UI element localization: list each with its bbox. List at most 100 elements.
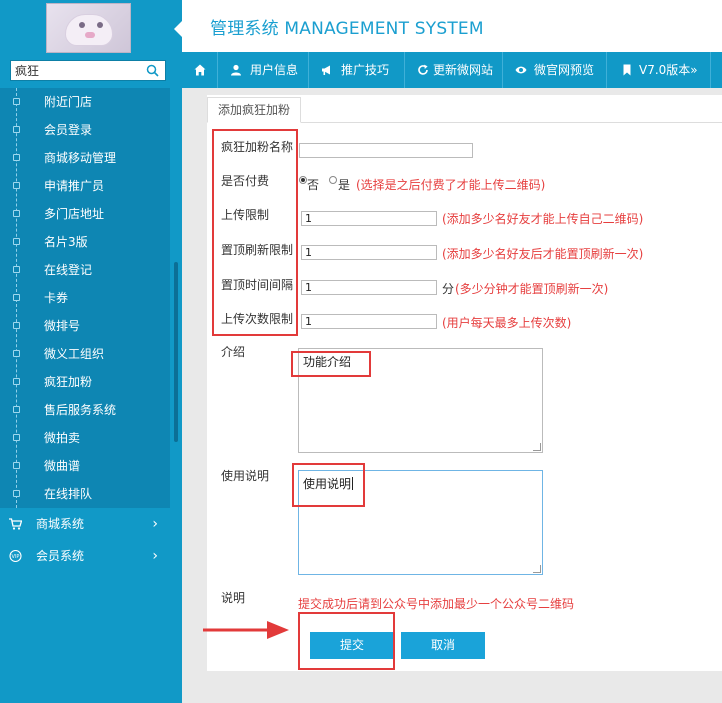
sidebar-item-mall-system[interactable]: 商城系统 › (0, 508, 170, 540)
resize-grip-icon[interactable] (533, 443, 541, 451)
nav-promotion-tips[interactable]: 推广技巧 (309, 52, 405, 88)
nav-home[interactable] (182, 52, 218, 88)
nav-label: 推广技巧 (341, 63, 390, 77)
svg-text:VIP: VIP (12, 554, 20, 560)
tree-node-icon (13, 462, 20, 469)
sidebar-item-crazy-fans[interactable]: 疯狂加粉 (0, 368, 170, 396)
upload-count-hint: (用户每天最多上传次数) (442, 316, 572, 330)
tree-node-icon (13, 350, 20, 357)
search-box (10, 60, 166, 81)
user-icon (231, 64, 241, 76)
sidebar-item-coupon[interactable]: 卡券 (0, 284, 170, 312)
tree-node-icon (13, 126, 20, 133)
resize-grip-icon[interactable] (533, 565, 541, 573)
nav-site-preview[interactable]: 微官网预览 (503, 52, 607, 88)
sidebar-item-label: 微义工组织 (44, 347, 105, 361)
pay-hint: (选择是之后付费了才能上传二维码) (356, 178, 546, 192)
sidebar-item-label: 售后服务系统 (44, 403, 117, 417)
nav-label: V7.0版本» (639, 63, 698, 77)
pay-no-radio[interactable] (299, 176, 307, 184)
sidebar-item-member-system[interactable]: VIP 会员系统 › (0, 540, 170, 572)
tree-node-icon (13, 238, 20, 245)
search-input[interactable] (11, 61, 141, 80)
sidebar-item-member-login[interactable]: 会员登录 (0, 116, 170, 144)
avatar[interactable] (46, 3, 131, 53)
sidebar-item-queue-number[interactable]: 微排号 (0, 312, 170, 340)
sidebar-item-after-sales[interactable]: 售后服务系统 (0, 396, 170, 424)
cart-icon (9, 518, 22, 530)
sidebar-item-online-queue[interactable]: 在线排队 (0, 480, 170, 508)
tree-node-icon (13, 98, 20, 105)
intro-label: 介绍 (221, 345, 246, 359)
name-input[interactable] (299, 143, 473, 158)
nav-label: 更新微网站 (433, 63, 494, 77)
home-icon (194, 64, 206, 76)
sidebar-item-label: 申请推广员 (44, 179, 105, 193)
avatar-face (65, 14, 113, 46)
sidebar-item-apply-promoter[interactable]: 申请推广员 (0, 172, 170, 200)
sidebar-item-auction[interactable]: 微拍卖 (0, 424, 170, 452)
top-nav: 用户信息 推广技巧 更新微网站 微官网预览 V7.0版本» (182, 52, 722, 88)
tree-node-icon (13, 182, 20, 189)
upload-limit-hint: (添加多少名好友才能上传自己二维码) (442, 212, 644, 226)
tree-node-icon (13, 406, 20, 413)
sidebar-item-mall-mobile[interactable]: 商城移动管理 (0, 144, 170, 172)
interval-unit: 分 (442, 282, 455, 296)
nav-user-info[interactable]: 用户信息 (218, 52, 309, 88)
tree-node-icon (13, 154, 20, 161)
sidebar-item-nearby-store[interactable]: 附近门店 (0, 88, 170, 116)
sidebar-item-label: 微排号 (44, 319, 81, 333)
nav-label: 微官网预览 (534, 63, 595, 77)
tree-node-icon (13, 490, 20, 497)
tab-bar: 添加疯狂加粉 (207, 95, 722, 123)
sidebar-item-music-score[interactable]: 微曲谱 (0, 452, 170, 480)
refresh-limit-hint: (添加多少名好友后才能置顶刷新一次) (442, 247, 644, 261)
highlight-box-usage (292, 463, 365, 507)
sidebar-item-volunteer[interactable]: 微义工组织 (0, 340, 170, 368)
interval-input[interactable] (301, 280, 437, 295)
pay-yes-radio[interactable] (329, 176, 337, 184)
usage-label: 使用说明 (221, 469, 270, 483)
header: 管理系统 MANAGEMENT SYSTEM (182, 0, 722, 52)
cancel-button[interactable]: 取消 (401, 632, 485, 659)
sidebar-item-label: 微曲谱 (44, 459, 81, 473)
vip-icon: VIP (9, 550, 22, 562)
tree-node-icon (13, 322, 20, 329)
nav-version[interactable]: V7.0版本» (607, 52, 711, 88)
upload-count-input[interactable] (301, 314, 437, 329)
nav-update-site[interactable]: 更新微网站 (405, 52, 503, 88)
megaphone-icon (322, 65, 330, 75)
sidebar-item-label: 商城移动管理 (44, 151, 117, 165)
refresh-icon (418, 64, 428, 75)
sidebar-item-label: 名片3版 (44, 235, 88, 249)
tree-node-icon (13, 266, 20, 273)
sidebar-item-multi-store[interactable]: 多门店地址 (0, 200, 170, 228)
avatar-nose (85, 32, 95, 38)
sidebar-item-label: 多门店地址 (44, 207, 105, 221)
sidebar-item-label: 商城系统 (36, 517, 85, 531)
upload-limit-input[interactable] (301, 211, 437, 226)
pay-no-label: 否 (307, 178, 320, 192)
sidebar-submenu: 附近门店 会员登录 商城移动管理 申请推广员 多门店地址 名片3版 在线登记 卡… (0, 88, 170, 508)
sidebar-item-label: 在线登记 (44, 263, 93, 277)
nav-label: 用户信息 (250, 63, 299, 77)
refresh-limit-input[interactable] (301, 245, 437, 260)
arrow-right-icon (203, 621, 289, 639)
tree-node-icon (13, 378, 20, 385)
tree-node-icon (13, 434, 20, 441)
sidebar-scrollbar[interactable] (174, 262, 178, 442)
sidebar-item-label: 疯狂加粉 (44, 375, 93, 389)
highlight-box-submit (298, 612, 395, 670)
note-label: 说明 (221, 591, 246, 605)
highlight-box-labels (212, 129, 298, 336)
bookmark-icon (623, 64, 631, 76)
sidebar-item-card-v3[interactable]: 名片3版 (0, 228, 170, 256)
avatar-eye (79, 22, 85, 28)
sidebar-pointer (174, 20, 183, 38)
note-text: 提交成功后请到公众号中添加最少一个公众号二维码 (298, 597, 575, 611)
app-title: 管理系统 MANAGEMENT SYSTEM (210, 19, 484, 39)
sidebar-item-label: 在线排队 (44, 487, 93, 501)
search-icon[interactable] (146, 64, 159, 77)
tab-add-crazy-fans[interactable]: 添加疯狂加粉 (207, 97, 302, 123)
sidebar-item-online-register[interactable]: 在线登记 (0, 256, 170, 284)
